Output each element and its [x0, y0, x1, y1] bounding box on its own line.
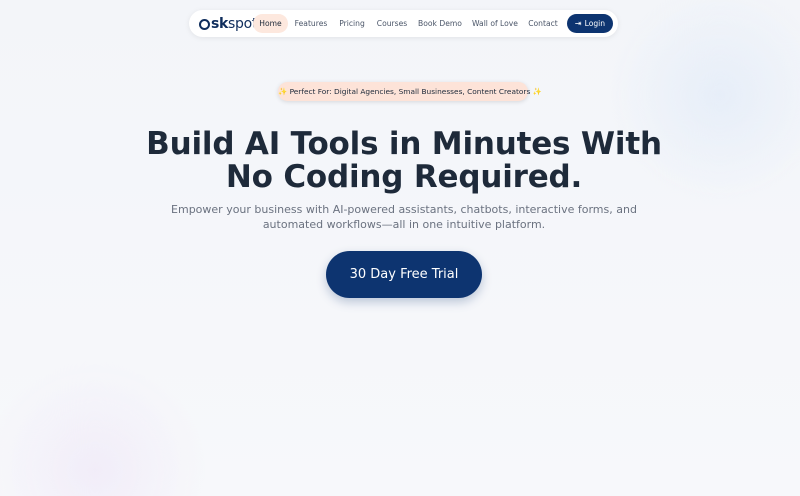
nav-item-pricing[interactable]: Pricing — [337, 14, 367, 33]
hero-title-line2: No Coding Required. — [225, 159, 583, 195]
nav-item-contact[interactable]: Contact — [526, 14, 560, 33]
hero-subtitle: Empower your business with AI-powered as… — [0, 202, 800, 232]
badge-text: Perfect For: Digital Agencies, Small Bus… — [289, 87, 531, 96]
logo-a-mark-icon — [199, 19, 210, 30]
hero-subtitle-line1: Empower your business with AI-powered as… — [171, 203, 637, 216]
hero-title-line1: Build AI Tools in Minutes With — [146, 126, 662, 162]
login-arrow-icon: ⇥ — [574, 19, 582, 28]
nav-item-features[interactable]: Features — [293, 14, 329, 33]
nav-item-book-demo[interactable]: Book Demo — [417, 14, 463, 33]
hero-title: Build AI Tools in Minutes With No Coding… — [0, 128, 800, 194]
nav-item-wall-of-love[interactable]: Wall of Love — [471, 14, 519, 33]
sparkle-icon: ✨ — [278, 87, 288, 96]
logo-text-sk: sk — [211, 15, 229, 32]
nav-item-courses[interactable]: Courses — [375, 14, 409, 33]
top-navbar: sk spot Home Features Pricing Courses Bo… — [189, 10, 618, 37]
nav-item-home[interactable]: Home — [253, 14, 288, 33]
audience-badge: ✨ Perfect For: Digital Agencies, Small B… — [278, 82, 542, 101]
login-button[interactable]: ⇥ Login — [567, 14, 613, 33]
sparkle-icon: ✨ — [532, 87, 542, 96]
free-trial-button[interactable]: 30 Day Free Trial — [326, 251, 482, 298]
hero-subtitle-line2: automated workflows—all in one intuitive… — [262, 218, 546, 231]
login-label: Login — [584, 19, 606, 28]
askspot-logo[interactable]: sk spot — [199, 14, 257, 33]
